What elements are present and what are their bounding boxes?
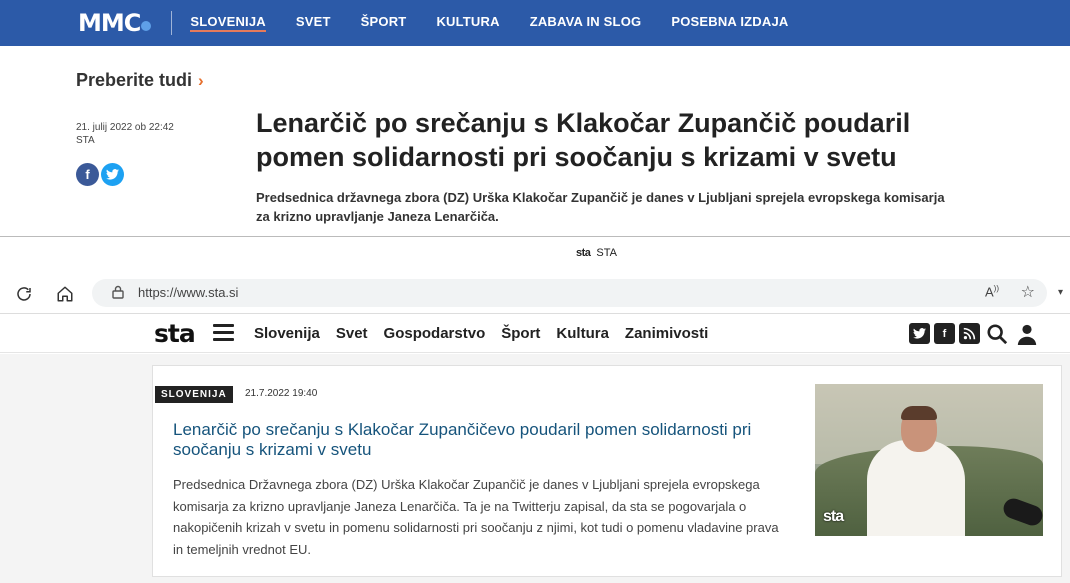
category-tag[interactable]: SLOVENIJA	[155, 386, 233, 403]
user-icon[interactable]	[1014, 323, 1040, 345]
mmc-nav-sport[interactable]: ŠPORT	[361, 14, 407, 32]
search-icon[interactable]	[984, 323, 1010, 344]
sta-nav: Slovenija Svet Gospodarstvo Šport Kultur…	[254, 325, 724, 342]
sta-nav-zanimivosti[interactable]: Zanimivosti	[625, 325, 708, 342]
mmc-nav: SLOVENIJA SVET ŠPORT KULTURA ZABAVA IN S…	[190, 14, 818, 32]
card-title-link[interactable]: Lenarčič po srečanju s Klakočar Zupančič…	[173, 420, 793, 460]
refresh-icon[interactable]	[13, 283, 35, 305]
sta-logo[interactable]: sta	[154, 319, 196, 348]
nav-divider	[171, 11, 173, 35]
rss-icon[interactable]	[959, 323, 980, 344]
favorite-star-icon[interactable]: ☆	[1021, 282, 1035, 302]
article-date: 21. julij 2022 ob 22:42	[76, 122, 174, 133]
mmc-logo-text: MMC	[78, 9, 141, 37]
mmc-nav-slovenija[interactable]: SLOVENIJA	[190, 14, 266, 32]
article-lead: Predsednica državnega zbora (DZ) Urška K…	[256, 190, 945, 224]
address-bar[interactable]: https://www.sta.si A)) ☆	[92, 279, 1047, 307]
read-also-link[interactable]: Preberite tudi ›	[76, 70, 204, 91]
sta-nav-svet[interactable]: Svet	[336, 325, 368, 342]
mmc-top-bar: MMC SLOVENIJA SVET ŠPORT KULTURA ZABAVA …	[0, 0, 1070, 46]
article-photo[interactable]: sta	[815, 384, 1043, 536]
more-icon[interactable]: ▾	[1058, 287, 1063, 298]
twitter-icon[interactable]	[909, 323, 930, 344]
photo-watermark: sta	[823, 508, 844, 525]
sta-header-icons: f	[909, 323, 1040, 345]
tab-title: STA	[596, 247, 617, 259]
article-source: STA	[76, 135, 95, 146]
mmc-nav-kultura[interactable]: KULTURA	[436, 14, 499, 32]
home-icon[interactable]	[54, 283, 76, 305]
url-text: https://www.sta.si	[138, 285, 239, 300]
browser-tab[interactable]: sta STA	[570, 245, 623, 261]
facebook-icon[interactable]: f	[76, 163, 99, 186]
card-text: Predsednica Državnega zbora (DZ) Urška K…	[173, 477, 779, 557]
tab-favicon: sta	[576, 247, 591, 259]
photo-person-body	[867, 440, 965, 536]
twitter-icon[interactable]	[101, 163, 124, 186]
card-date: 21.7.2022 19:40	[245, 388, 318, 399]
read-aloud-label: A	[985, 284, 994, 300]
lock-icon	[112, 285, 124, 302]
address-row: https://www.sta.si A)) ☆ ▾	[0, 277, 1070, 311]
sta-nav-sport[interactable]: Šport	[501, 325, 540, 342]
mmc-nav-zabava[interactable]: ZABAVA IN SLOG	[530, 14, 642, 32]
share-buttons: f	[76, 163, 124, 186]
sta-header: sta Slovenija Svet Gospodarstvo Šport Ku…	[0, 313, 1070, 353]
chevron-right-icon: ›	[198, 71, 204, 90]
sta-nav-slovenija[interactable]: Slovenija	[254, 325, 320, 342]
read-also-label: Preberite tudi	[76, 70, 193, 90]
browser-screenshot: sta STA https://www.sta.si A)) ☆ ▾ sta S…	[0, 236, 1070, 583]
news-card[interactable]: SLOVENIJA 21.7.2022 19:40 Lenarčič po sr…	[152, 365, 1062, 577]
read-aloud-icon[interactable]: A))	[985, 284, 999, 299]
facebook-icon[interactable]: f	[934, 323, 955, 344]
sta-nav-gospodarstvo[interactable]: Gospodarstvo	[384, 325, 486, 342]
mmc-logo[interactable]: MMC	[78, 9, 152, 37]
hamburger-menu-icon[interactable]	[213, 324, 234, 341]
mmc-nav-posebna[interactable]: POSEBNA IZDAJA	[671, 14, 788, 32]
mmc-nav-svet[interactable]: SVET	[296, 14, 331, 32]
mmc-logo-dot	[141, 21, 152, 31]
photo-person-hair	[901, 406, 937, 420]
article-headline: Lenarčič po srečanju s Klakočar Zupančič…	[256, 108, 911, 172]
sta-nav-kultura[interactable]: Kultura	[556, 325, 609, 342]
